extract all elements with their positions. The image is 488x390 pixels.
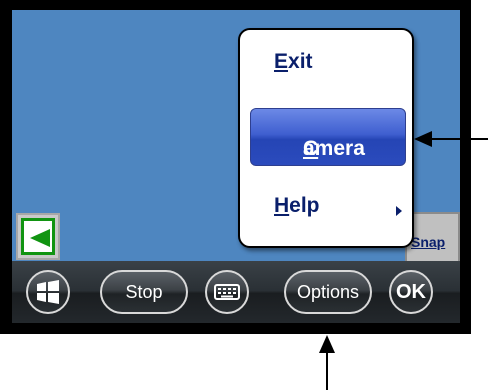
annotation-arrow-camera	[414, 131, 488, 147]
annotation-arrow-options	[319, 335, 335, 390]
annotation-arrows	[319, 131, 488, 390]
